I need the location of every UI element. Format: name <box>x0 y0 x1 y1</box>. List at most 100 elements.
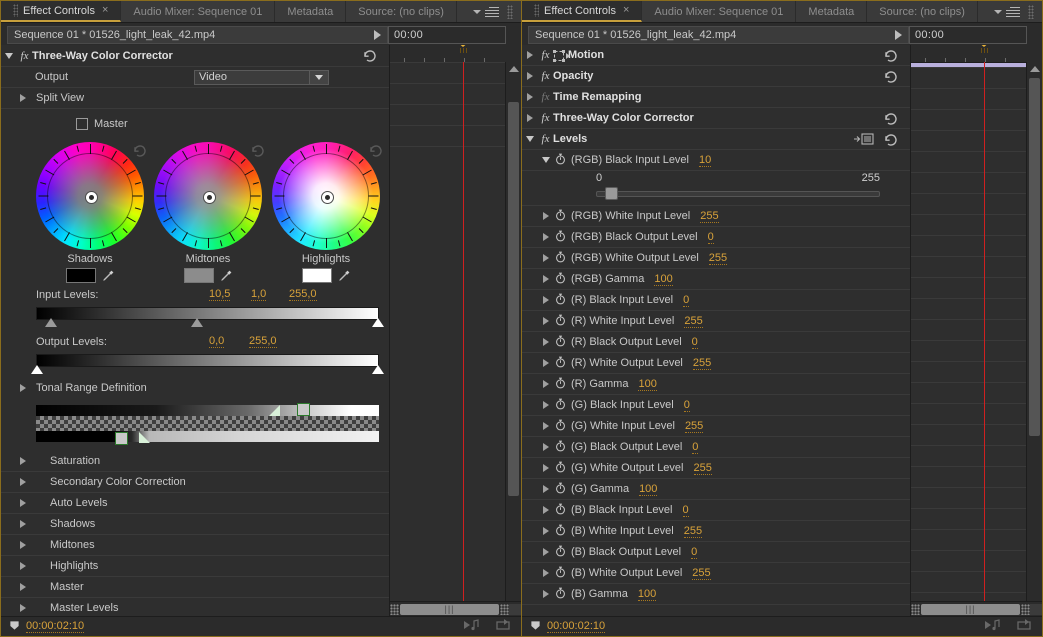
right-timeline-ruler[interactable] <box>911 45 1042 63</box>
disclosure-triangle-icon[interactable] <box>1 52 17 59</box>
row-secondary-color-correction[interactable]: Secondary Color Correction <box>1 472 389 493</box>
disclosure-triangle-icon[interactable] <box>538 338 554 346</box>
current-timecode[interactable]: 00:00:02:10 <box>26 620 85 633</box>
param-row-b-gamma[interactable]: (B) Gamma 100 <box>522 584 910 605</box>
panel-grip-icon[interactable] <box>1028 4 1034 19</box>
sequence-name-field[interactable]: Sequence 01 * 01526_light_leak_42.mp4 <box>528 26 909 44</box>
left-timeline-area[interactable]: ||| <box>389 45 521 616</box>
disclosure-triangle-icon[interactable] <box>15 384 31 392</box>
param-value[interactable]: 100 <box>639 483 658 496</box>
row-midtones[interactable]: Midtones <box>1 535 389 556</box>
param-row-g-gamma[interactable]: (G) Gamma 100 <box>522 479 910 500</box>
stopwatch-icon[interactable] <box>554 524 567 539</box>
disclosure-triangle-icon[interactable] <box>15 94 31 102</box>
right-horizontal-scrollbar[interactable]: ||| <box>911 601 1042 616</box>
output-black-value[interactable]: 0,0 <box>209 335 225 348</box>
reset-icon[interactable] <box>251 144 265 160</box>
effect-row-opacity[interactable]: fx Opacity <box>522 66 910 87</box>
stopwatch-icon[interactable] <box>554 377 567 392</box>
effect-row-motion[interactable]: fx Motion <box>522 45 910 66</box>
param-value[interactable]: 0 <box>691 336 698 349</box>
input-black-handle[interactable] <box>44 318 57 327</box>
stopwatch-icon[interactable] <box>554 419 567 434</box>
param-row-rgb-gamma[interactable]: (RGB) Gamma 100 <box>522 269 910 290</box>
param-value[interactable]: 255 <box>700 210 719 223</box>
eyedropper-icon[interactable] <box>101 269 115 283</box>
stopwatch-icon[interactable] <box>554 272 567 287</box>
param-row-r-black-output-level[interactable]: (R) Black Output Level 0 <box>522 332 910 353</box>
tab-metadata-left[interactable]: Metadata <box>275 1 347 22</box>
param-row-b-black-output-level[interactable]: (B) Black Output Level 0 <box>522 542 910 563</box>
param-value[interactable]: 255 <box>692 357 712 370</box>
input-white-handle[interactable] <box>372 318 384 327</box>
param-row-g-white-output-level[interactable]: (G) White Output Level 255 <box>522 458 910 479</box>
disclosure-triangle-icon[interactable] <box>538 548 554 556</box>
row-master-checkbox[interactable]: Master <box>1 109 389 139</box>
stopwatch-icon[interactable] <box>554 440 567 455</box>
shadow-softness-handle[interactable] <box>138 432 150 443</box>
playhead-marker-icon[interactable] <box>457 45 470 61</box>
hscroll-right-grip[interactable] <box>1021 603 1030 615</box>
param-value[interactable]: 0 <box>692 441 699 454</box>
disclosure-triangle-icon[interactable] <box>522 114 538 122</box>
scroll-thumb[interactable] <box>1029 78 1040 436</box>
disclosure-triangle-icon[interactable] <box>522 51 538 59</box>
param-value[interactable]: 255 <box>693 462 712 475</box>
shadows-wheel-puck[interactable] <box>84 190 98 204</box>
disclosure-triangle-icon[interactable] <box>538 296 554 304</box>
effect-row-time-remapping[interactable]: fx Time Remapping <box>522 87 910 108</box>
disclosure-triangle-icon[interactable] <box>15 604 31 612</box>
reset-icon[interactable] <box>363 49 377 62</box>
param-value[interactable]: 10 <box>699 154 712 167</box>
right-panel-menu[interactable] <box>986 1 1042 22</box>
right-timeline-timecode[interactable]: 00:00 <box>909 26 1027 44</box>
tab-drag-handle-icon[interactable] <box>534 4 539 17</box>
row-auto-levels[interactable]: Auto Levels <box>1 493 389 514</box>
input-levels-slider[interactable] <box>36 307 384 327</box>
disclosure-triangle-icon[interactable] <box>15 541 31 549</box>
highlight-range-handle[interactable] <box>296 403 310 416</box>
param-row-rgb-white-output-level[interactable]: (RGB) White Output Level 255 <box>522 248 910 269</box>
loop-icon[interactable] <box>495 618 513 635</box>
eyedropper-icon[interactable] <box>337 269 351 283</box>
left-timeline-timecode[interactable]: 00:00 <box>388 26 506 44</box>
playhead-marker-icon[interactable] <box>978 45 991 61</box>
output-levels-slider[interactable] <box>31 354 384 374</box>
row-master[interactable]: Master <box>1 577 389 598</box>
reset-icon[interactable] <box>369 144 383 160</box>
reset-icon[interactable] <box>133 144 147 160</box>
sequence-name-field[interactable]: Sequence 01 * 01526_light_leak_42.mp4 <box>7 26 388 44</box>
param-value[interactable]: 0 <box>683 294 690 307</box>
row-tonal-range-definition[interactable]: Tonal Range Definition <box>1 377 389 399</box>
disclosure-triangle-icon[interactable] <box>538 527 554 535</box>
scroll-up-icon[interactable] <box>506 62 521 76</box>
input-black-value[interactable]: 10,5 <box>209 288 231 301</box>
close-icon[interactable]: × <box>623 5 629 16</box>
tab-drag-handle-icon[interactable] <box>13 4 18 17</box>
eyedropper-icon[interactable] <box>219 269 233 283</box>
stopwatch-icon[interactable] <box>554 545 567 560</box>
param-value[interactable]: 255 <box>684 420 704 433</box>
row-shadows[interactable]: Shadows <box>1 514 389 535</box>
disclosure-triangle-icon[interactable] <box>538 212 554 220</box>
disclosure-triangle-icon[interactable] <box>538 157 554 163</box>
output-black-handle[interactable] <box>31 365 43 374</box>
stopwatch-icon[interactable] <box>554 398 567 413</box>
param-row-rgb-white-input-level[interactable]: (RGB) White Input Level 255 <box>522 206 910 227</box>
slider-knob[interactable] <box>605 187 618 200</box>
scroll-up-icon[interactable] <box>1027 62 1042 76</box>
stopwatch-icon[interactable] <box>554 503 567 518</box>
disclosure-triangle-icon[interactable] <box>538 569 554 577</box>
keyframe-preset-icon[interactable] <box>854 133 878 145</box>
stopwatch-icon[interactable] <box>554 566 567 581</box>
highlights-color-wheel[interactable] <box>272 142 380 250</box>
highlight-softness-handle[interactable] <box>269 405 281 416</box>
disclosure-triangle-icon[interactable] <box>538 233 554 241</box>
param-row-b-black-input-level[interactable]: (B) Black Input Level 0 <box>522 500 910 521</box>
row-master-levels[interactable]: Master Levels <box>1 598 389 616</box>
param-value[interactable]: 100 <box>638 378 657 391</box>
disclosure-triangle-icon[interactable] <box>538 443 554 451</box>
left-horizontal-scrollbar[interactable]: ||| <box>390 601 521 616</box>
disclosure-triangle-icon[interactable] <box>522 72 538 80</box>
tab-audio-mixer-right[interactable]: Audio Mixer: Sequence 01 <box>642 1 797 22</box>
